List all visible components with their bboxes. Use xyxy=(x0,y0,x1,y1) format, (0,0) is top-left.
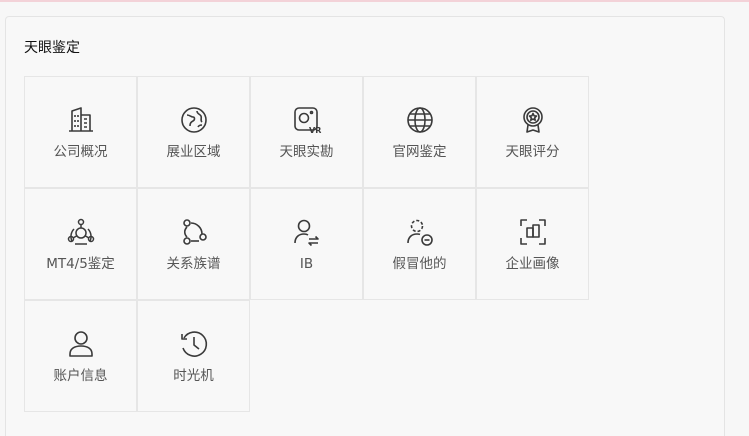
tile-label: 关系族谱 xyxy=(166,256,221,272)
tile-label: MT4/5鉴定 xyxy=(46,256,115,272)
tile-site-inspection[interactable]: VR 天眼实勘 xyxy=(250,76,363,188)
tile-label: IB xyxy=(299,256,314,272)
tile-label: 天眼实勘 xyxy=(279,144,334,160)
tile-ib[interactable]: IB xyxy=(250,188,363,300)
tile-time-machine[interactable]: 时光机 xyxy=(137,300,250,412)
tile-impersonation[interactable]: 假冒他的 xyxy=(363,188,476,300)
tile-label: 时光机 xyxy=(173,368,214,384)
identification-panel: 天眼鉴定 公司概况 展业区域 VR 天眼实勘 官网鉴定 天眼评分 MT4/5鉴定… xyxy=(5,16,725,436)
award-medal-icon xyxy=(518,105,548,135)
svg-text:VR: VR xyxy=(309,126,321,135)
tile-label: 账户信息 xyxy=(53,368,108,384)
user-exchange-icon xyxy=(292,217,322,247)
web-globe-icon xyxy=(405,105,435,135)
tile-label: 天眼评分 xyxy=(505,144,560,160)
network-group-icon xyxy=(66,217,96,247)
top-accent-strip xyxy=(0,0,749,2)
tile-label: 企业画像 xyxy=(505,256,560,272)
section-title: 天眼鉴定 xyxy=(24,40,80,56)
tile-label: 公司概况 xyxy=(53,144,108,160)
tile-company-profile[interactable]: 企业画像 xyxy=(476,188,589,300)
relation-graph-icon xyxy=(179,217,209,247)
tile-account-info[interactable]: 账户信息 xyxy=(24,300,137,412)
tile-label: 官网鉴定 xyxy=(392,144,447,160)
tile-company-overview[interactable]: 公司概况 xyxy=(24,76,137,188)
vr-camera-icon: VR xyxy=(292,105,322,135)
tile-label: 展业区域 xyxy=(166,144,221,160)
globe-map-icon xyxy=(179,105,209,135)
history-clock-icon xyxy=(179,329,209,359)
user-minus-icon xyxy=(405,217,435,247)
user-account-icon xyxy=(66,329,96,359)
tile-mt45-check[interactable]: MT4/5鉴定 xyxy=(24,188,137,300)
building-icon xyxy=(66,105,96,135)
tile-rating[interactable]: 天眼评分 xyxy=(476,76,589,188)
tile-relationship-tree[interactable]: 关系族谱 xyxy=(137,188,250,300)
tile-website-check[interactable]: 官网鉴定 xyxy=(363,76,476,188)
tile-label: 假冒他的 xyxy=(392,256,447,272)
tile-business-region[interactable]: 展业区域 xyxy=(137,76,250,188)
scan-frame-icon xyxy=(518,217,548,247)
